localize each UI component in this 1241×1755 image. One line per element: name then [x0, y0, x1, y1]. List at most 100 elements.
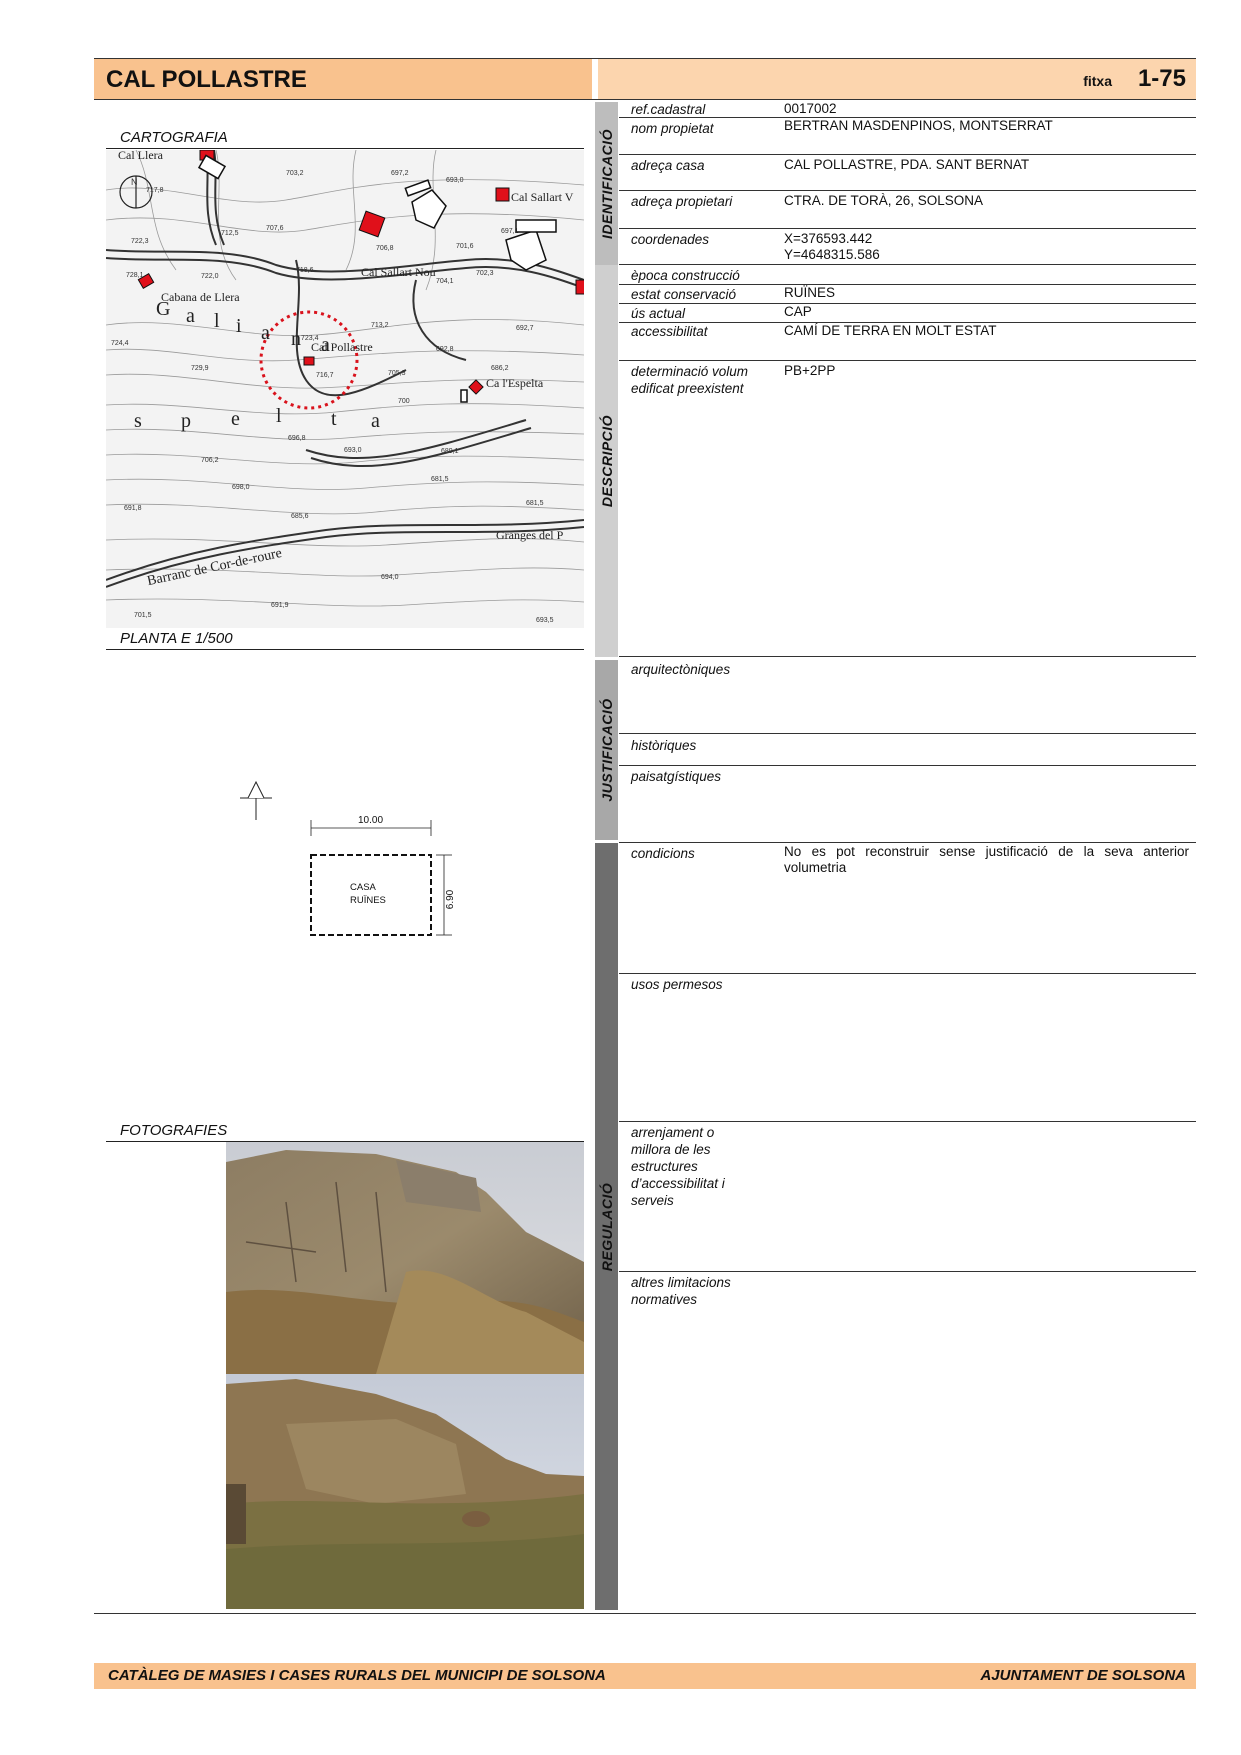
field-label: altres limitacions normatives	[631, 1275, 731, 1307]
field-arrenjament: arrenjament o millora de les estructures…	[619, 1122, 1196, 1272]
page-footer: CATÀLEG DE MASIES I CASES RURALS DEL MUN…	[94, 1663, 1196, 1689]
map-label-cal-sallart-v: Cal Sallart V	[511, 190, 574, 204]
field-altres-limitacions: altres limitacions normatives	[619, 1272, 1196, 1613]
justificacio-label: JUSTIFICACIÓ	[598, 698, 615, 802]
map-letter: t	[331, 408, 337, 430]
plan-height-dimension: 6.90	[445, 889, 457, 910]
field-adreca-propietari: adreça propietari CTRA. DE TORÀ, 26, SOL…	[619, 191, 1196, 229]
map-letter: l	[276, 405, 282, 427]
spot-height: 697,2	[391, 170, 409, 177]
spot-height: 691,8	[124, 505, 142, 512]
bar-justificacio: JUSTIFICACIÓ	[595, 660, 618, 840]
field-label: estat conservació	[631, 287, 737, 302]
field-arquitectoniques: arquitectòniques	[619, 657, 1196, 734]
map-letter: n	[291, 328, 301, 350]
map-letter: a	[371, 410, 380, 432]
field-coordenades: coordenades X=376593.442 Y=4648315.586	[619, 229, 1196, 265]
page-title: CAL POLLASTRE	[106, 66, 307, 93]
map-label-cabana-de-llera: Cabana de Llera	[161, 290, 240, 304]
spot-height: 703,2	[286, 170, 304, 177]
cartography-map: Cal Llera Cal Sallart V Cal Sallart Nou …	[106, 150, 584, 628]
bar-regulacio: REGULACIÓ	[595, 843, 618, 1610]
spot-height: 696,8	[288, 435, 306, 442]
map-letter: a	[321, 334, 330, 356]
spot-height: 689,1	[441, 448, 459, 455]
spot-height: 724,4	[111, 340, 129, 347]
field-label: ús actual	[631, 306, 686, 321]
field-value: PB+2PP	[784, 363, 836, 378]
spot-height: 701,5	[134, 612, 152, 619]
spot-height: 713,2	[371, 322, 389, 329]
field-value: BERTRAN MASDENPINOS, MONTSERRAT	[784, 118, 1053, 133]
map-label-ca-lespelta: Ca l'Espelta	[486, 376, 544, 390]
regulacio-label: REGULACIÓ	[598, 1182, 615, 1271]
map-letter: G	[156, 298, 171, 320]
spot-height: 685,6	[291, 513, 309, 520]
spot-height: 681,5	[526, 500, 544, 507]
field-us-actual: ús actual CAP	[619, 304, 1196, 323]
spot-height: 729,9	[191, 365, 209, 372]
photo-ruins-1	[226, 1142, 584, 1374]
cartografia-title: CARTOGRAFIA	[106, 127, 584, 149]
map-label-cal-llera: Cal Llera	[118, 150, 163, 162]
field-label: paisatgístiques	[631, 769, 722, 784]
map-letter: s	[134, 410, 142, 432]
field-accessibilitat: accessibilitat CAMÍ DE TERRA EN MOLT EST…	[619, 323, 1196, 361]
spot-height: 706,2	[201, 457, 219, 464]
footer-divider	[94, 1613, 1196, 1614]
map-letter: i	[236, 315, 242, 337]
map-letter: l	[214, 310, 220, 332]
spot-height: 697,1	[501, 228, 519, 235]
field-nom-propietat: nom propietat BERTRAN MASDENPINOS, MONTS…	[619, 118, 1196, 155]
field-label: adreça casa	[631, 158, 705, 173]
plan-building-label: CASA	[350, 882, 376, 893]
north-label: N	[131, 177, 138, 187]
field-label: històriques	[631, 738, 697, 753]
spot-height: 706,8	[376, 245, 394, 252]
spot-height: 717,8	[146, 187, 164, 194]
north-arrow-icon	[240, 780, 272, 820]
descripcio-label: DESCRIPCIÓ	[598, 414, 615, 508]
identificacio-label: IDENTIFICACIÓ	[598, 128, 615, 239]
page-header: CAL POLLASTRE fitxa 1-75	[94, 58, 1196, 100]
spot-height: 722,3	[131, 238, 149, 245]
spot-height: 693,5	[536, 617, 554, 624]
photo-ruins-2	[226, 1374, 584, 1609]
spot-height: 701,6	[456, 243, 474, 250]
field-label: època construcció	[631, 268, 740, 283]
planta-title: PLANTA E 1/500	[106, 628, 584, 650]
map-letter: a	[261, 322, 270, 344]
field-label: arquitectòniques	[631, 662, 731, 677]
spot-height: 700	[398, 398, 410, 405]
spot-height: 693,0	[446, 177, 464, 184]
plan-building-state: RUÏNES	[350, 895, 386, 906]
spot-height: 702,3	[476, 270, 494, 277]
spot-height: 694,0	[381, 574, 399, 581]
field-value: 0017002	[784, 101, 837, 116]
floor-plan-drawing	[240, 780, 452, 936]
map-label-cal-sallart-nou: Cal Sallart Nou	[361, 265, 436, 279]
fitxa-label: fitxa	[1083, 73, 1112, 89]
spot-height: 691,9	[271, 602, 289, 609]
spot-height: 681,5	[431, 476, 449, 483]
spot-height: 722,0	[201, 273, 219, 280]
field-label: nom propietat	[631, 121, 714, 136]
header-title-cell: CAL POLLASTRE	[94, 59, 592, 99]
field-usos-permesos: usos permesos	[619, 974, 1196, 1122]
map-letter: a	[186, 305, 195, 327]
spot-height: 692,7	[516, 325, 534, 332]
photo-ruins-2-image	[226, 1374, 584, 1609]
map-letter: e	[231, 408, 240, 430]
map-label-granges-del-p: Granges del P	[496, 528, 564, 542]
plan-width-dimension: 10.00	[358, 815, 384, 826]
spot-height: 704,1	[436, 278, 454, 285]
field-value: CAMÍ DE TERRA EN MOLT ESTAT	[784, 323, 997, 338]
field-label: usos permesos	[631, 977, 723, 992]
field-label: adreça propietari	[631, 194, 733, 209]
spot-height: 686,2	[491, 365, 509, 372]
field-paisatgistiques: paisatgístiques	[619, 766, 1196, 843]
footer-catalog-title: CATÀLEG DE MASIES I CASES RURALS DEL MUN…	[108, 1667, 606, 1684]
field-ref-cadastral: ref.cadastral 0017002	[619, 101, 1196, 118]
field-value: CTRA. DE TORÀ, 26, SOLSONA	[784, 193, 984, 208]
map-letter: p	[181, 410, 191, 432]
